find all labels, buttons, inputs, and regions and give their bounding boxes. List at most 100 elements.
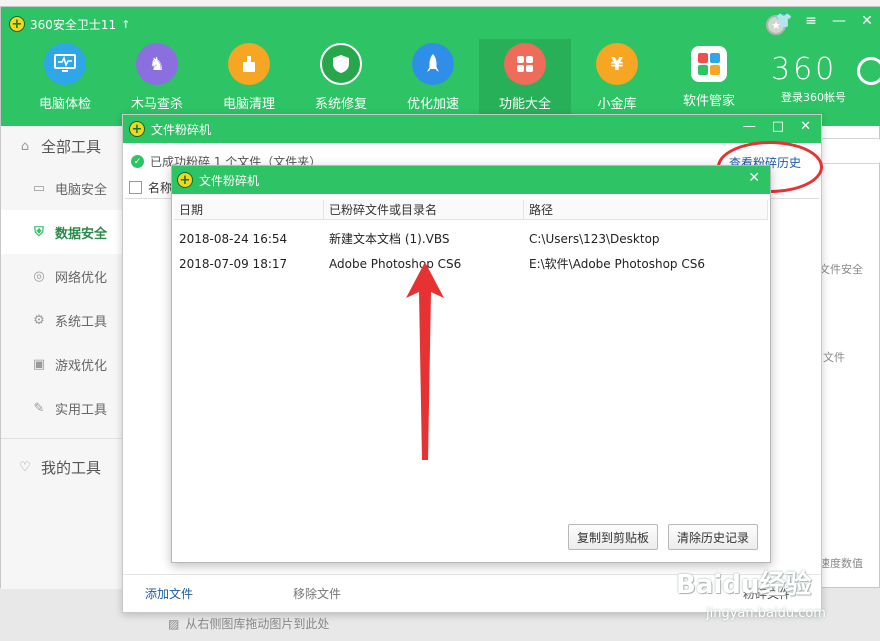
nav-label: 电脑清理 [222,97,275,112]
app-logo-icon: + [177,172,193,188]
nav-label: 优化加速 [406,97,459,112]
shield-icon: ⛨ [34,224,44,240]
watermark-logo: Baidu经验 [676,570,812,600]
monitor-icon [44,43,86,85]
monitor-icon: ▭ [32,180,46,196]
sidebar-item-system-tools[interactable]: ⚙ 系统工具 [1,298,122,342]
rocket-icon [412,43,454,85]
sidebar-item-label: 实用工具 [55,402,108,418]
close-icon[interactable]: ✕ [859,13,875,29]
nav-item-speedup[interactable]: 优化加速 [387,39,479,121]
globe-icon: ◎ [33,268,45,284]
cell-path: C:\Users\123\Desktop [529,231,660,246]
sidebar-all-tools[interactable]: ⌂ 全部工具 [1,126,122,166]
tool-desc-1: 文件安全 [819,263,863,276]
column-file-name[interactable]: 已粉碎文件或目录名 [324,200,524,219]
clear-history-button[interactable]: 清除历史记录 [667,524,758,550]
tool-desc-2: 文件 [823,351,845,364]
maximize-icon[interactable]: □ [772,119,784,134]
nav-item-checkup[interactable]: 电脑体检 [19,39,111,121]
drag-hint: ▨ 从右侧图库拖动图片到此处 [168,615,329,632]
dialog-title-bar[interactable]: + 文件粉碎机 [123,115,821,143]
nav-label: 电脑体检 [38,97,91,112]
app-title: 360安全卫士11 [30,17,117,32]
upgrade-arrow-icon[interactable]: ↑ [121,18,130,31]
sidebar-item-label: 网络优化 [55,270,108,286]
avatar [857,57,880,85]
money-bag-icon: ¥ [596,43,638,85]
column-date[interactable]: 日期 [174,200,324,219]
menu-icon[interactable]: ≡ [803,13,819,29]
dialog-controls: — □ ✕ [743,119,811,134]
table-row[interactable]: 2018-07-09 18:17 Adobe Photoshop CS6 E:\… [174,251,768,276]
table-header: 日期 已粉碎文件或目录名 路径 [174,200,768,220]
sidebar-my-tools-label: 我的工具 [41,458,102,477]
column-name[interactable]: 名称 [148,179,172,196]
store-icon: ⌂ [20,138,30,154]
cell-path: E:\软件\Adobe Photoshop CS6 [529,257,705,271]
nav-label: 软件管家 [682,94,735,109]
nav-label: 小金库 [597,97,637,112]
top-bar: + 360安全卫士11 ↑ ★ 👕 ≡ — ✕ 电脑体检 ♞ 木马查杀 电脑清理… [1,7,880,126]
nav-label: 系统修复 [314,97,367,112]
title-row: + 360安全卫士11 ↑ [9,15,130,33]
remove-file-button[interactable]: 移除文件 [293,585,341,602]
nav-item-vault[interactable]: ¥ 小金库 [571,39,663,121]
dialog-title: 文件粉碎机 [151,122,212,137]
wrench-icon: ✎ [33,400,45,416]
sidebar-item-pc-security[interactable]: ▭ 电脑安全 [1,166,122,210]
copy-to-clipboard-button[interactable]: 复制到剪贴板 [567,524,658,550]
main-nav: 电脑体检 ♞ 木马查杀 电脑清理 系统修复 优化加速 功能大全 ¥ 小金库 软件… [19,39,755,121]
table-row[interactable]: 2018-08-24 16:54 新建文本文档 (1).VBS C:\Users… [174,226,768,251]
sidebar-divider [1,438,122,439]
drag-hint-text: 从右侧图库拖动图片到此处 [185,617,330,631]
sidebar-item-utilities[interactable]: ✎ 实用工具 [1,386,122,430]
sidebar-item-label: 数据安全 [55,226,108,242]
minimize-icon[interactable]: — [831,13,847,29]
horse-icon: ♞ [136,43,178,85]
cell-date: 2018-08-24 16:54 [179,231,288,246]
skin-shirt-icon[interactable]: 👕 [775,13,792,29]
sidebar-item-network[interactable]: ◎ 网络优化 [1,254,122,298]
select-all-checkbox[interactable] [129,181,142,194]
tool-desc-3: 速度数值 [819,557,863,570]
gamepad-icon: ▣ [32,356,46,372]
grid-icon [504,43,546,85]
login-link[interactable]: 登录360帐号 [781,89,880,105]
sidebar-my-tools[interactable]: ♡ 我的工具 [1,447,122,487]
history-dialog: + 文件粉碎机 ✕ 日期 已粉碎文件或目录名 路径 2018-08-24 16:… [171,165,771,563]
close-icon[interactable]: ✕ [748,170,760,186]
nav-label: 木马查杀 [130,97,183,112]
nav-label: 功能大全 [498,97,551,112]
add-file-button[interactable]: 添加文件 [145,585,193,602]
sidebar-item-game[interactable]: ▣ 游戏优化 [1,342,122,386]
sidebar-item-label: 系统工具 [55,314,108,330]
dialog-title-bar[interactable]: + 文件粉碎机 [172,166,770,194]
broom-icon [228,43,270,85]
watermark-url: jingyan.baidu.com [706,606,826,621]
window-controls: 👕 ≡ — ✕ [775,13,875,29]
search-input[interactable] [821,138,880,164]
dialog-title: 文件粉碎机 [199,173,260,188]
nav-item-software[interactable]: 软件管家 [663,39,755,121]
brand-block[interactable]: 360 登录360帐号 [771,55,880,105]
cell-date: 2018-07-09 18:17 [179,256,288,271]
nav-item-cleanup[interactable]: 电脑清理 [203,39,295,121]
sidebar: ⌂ 全部工具 ▭ 电脑安全 ⛨ 数据安全 ◎ 网络优化 ⚙ 系统工具 ▣ 游戏优… [1,126,123,589]
nav-item-all-features[interactable]: 功能大全 [479,39,571,121]
minimize-icon[interactable]: — [743,119,756,134]
column-path[interactable]: 路径 [524,200,768,219]
sidebar-item-label: 游戏优化 [55,358,108,374]
shield-icon [320,43,362,85]
nav-item-trojan[interactable]: ♞ 木马查杀 [111,39,203,121]
history-table: 日期 已粉碎文件或目录名 路径 2018-08-24 16:54 新建文本文档 … [174,200,768,276]
app-logo-icon: + [9,16,25,32]
close-icon[interactable]: ✕ [800,119,811,134]
nav-item-repair[interactable]: 系统修复 [295,39,387,121]
annotation-arrow [406,262,444,460]
sidebar-item-data-security[interactable]: ⛨ 数据安全 [1,210,122,254]
gear-icon: ⚙ [33,312,45,328]
app-logo-icon: + [129,121,145,137]
cell-file-name: 新建文本文档 (1).VBS [329,232,450,246]
apps-icon [691,46,727,82]
